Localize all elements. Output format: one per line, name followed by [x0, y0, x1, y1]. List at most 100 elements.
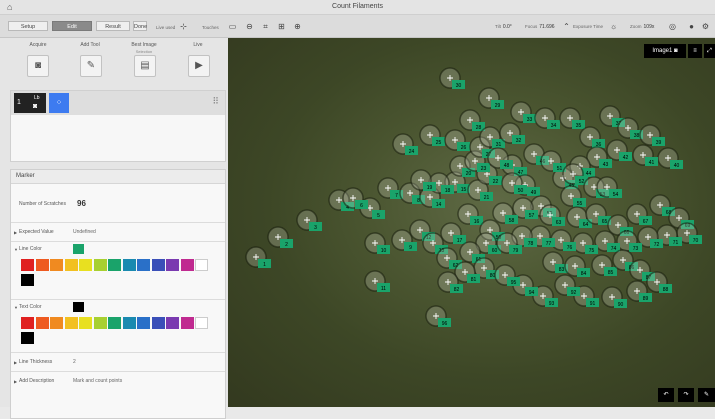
color-swatch[interactable] [35, 259, 49, 271]
brightness-icon[interactable]: ☼ [608, 21, 619, 32]
count-marker[interactable]: 83 [542, 251, 568, 273]
color-swatch[interactable] [195, 259, 208, 271]
color-swatch[interactable] [64, 317, 78, 329]
count-marker[interactable]: 42 [606, 139, 632, 161]
count-marker[interactable]: 65 [585, 203, 611, 225]
count-marker[interactable]: 39 [639, 124, 665, 146]
count-marker[interactable]: 25 [419, 124, 445, 146]
count-marker[interactable]: 28 [459, 109, 485, 131]
crop-icon[interactable]: ⌗ [260, 21, 271, 32]
text-color-current-swatch[interactable] [73, 302, 84, 312]
count-marker[interactable]: 92 [554, 274, 580, 296]
fullscreen-button[interactable]: ⤢ [704, 44, 715, 58]
color-swatch[interactable] [79, 317, 92, 329]
line-color-current-swatch[interactable] [73, 244, 84, 254]
count-marker[interactable]: 96 [425, 305, 451, 327]
color-swatch[interactable] [35, 317, 49, 329]
count-marker[interactable]: 54 [596, 176, 622, 198]
acquire-button[interactable]: ◙ [27, 55, 49, 77]
count-marker[interactable]: 6 [342, 187, 368, 209]
count-marker[interactable]: 3 [296, 209, 322, 231]
tab-result[interactable]: Result [96, 21, 130, 31]
grid-icon[interactable]: ⊞ [276, 21, 287, 32]
count-marker[interactable]: 7 [377, 177, 403, 199]
count-marker[interactable]: 40 [657, 147, 683, 169]
marker-thumbnail[interactable]: ⁘ [49, 93, 69, 113]
color-swatch[interactable] [166, 317, 179, 329]
count-marker[interactable]: 41 [632, 144, 658, 166]
draw-button[interactable]: ✎ [698, 388, 715, 402]
undo-button[interactable]: ↶ [658, 388, 674, 402]
count-marker[interactable]: 95 [494, 264, 520, 286]
lock-icon[interactable]: ● [686, 21, 697, 32]
count-marker[interactable]: 67 [626, 203, 652, 225]
add-tool-button[interactable]: ✎ [80, 55, 102, 77]
count-marker[interactable]: 29 [478, 87, 504, 109]
description-row[interactable]: ▶ Add Description Mark and count points [11, 371, 225, 390]
count-marker[interactable]: 10 [364, 232, 390, 254]
count-marker[interactable]: 51 [540, 150, 566, 172]
expected-value-row[interactable]: ▶ Expected Value Undefined [11, 222, 225, 241]
color-swatch[interactable] [122, 317, 136, 329]
focus-stepper-icon[interactable]: ⌃ [561, 21, 572, 32]
color-swatch[interactable] [195, 317, 208, 329]
image-name-button[interactable]: Image1 ◙ [644, 44, 686, 58]
count-marker[interactable]: 63 [539, 204, 565, 226]
add-point-icon[interactable]: ⊹ [178, 21, 189, 32]
count-marker[interactable]: 11 [364, 270, 390, 292]
color-swatch[interactable] [108, 317, 121, 329]
color-swatch[interactable] [180, 259, 194, 271]
color-swatch[interactable] [93, 317, 107, 329]
count-marker[interactable]: 24 [392, 133, 418, 155]
zoom-out-icon[interactable]: ⊖ [244, 21, 255, 32]
color-swatch-black[interactable] [21, 332, 34, 344]
count-marker[interactable]: 55 [560, 185, 586, 207]
microscope-image-view[interactable]: 1234567891011121314151617181920212223242… [228, 38, 715, 407]
target-icon[interactable]: ◎ [667, 21, 678, 32]
image-thumbnail-1[interactable]: 1 Lb ◙ [14, 93, 46, 113]
count-marker[interactable]: 33 [510, 101, 536, 123]
color-swatch[interactable] [137, 259, 150, 271]
color-swatch[interactable] [166, 259, 179, 271]
count-marker[interactable]: 26 [444, 129, 470, 151]
color-swatch[interactable] [151, 259, 165, 271]
color-swatch[interactable] [180, 317, 194, 329]
count-marker[interactable]: 32 [499, 122, 525, 144]
color-swatch[interactable] [108, 259, 121, 271]
color-swatch[interactable] [151, 317, 165, 329]
count-marker[interactable]: 17 [440, 222, 466, 244]
settings-icon[interactable]: ⚙ [700, 21, 711, 32]
color-swatch[interactable] [50, 317, 63, 329]
color-swatch-black[interactable] [21, 274, 34, 286]
count-marker[interactable]: 38 [617, 117, 643, 139]
zoom-in-icon[interactable]: ⊕ [292, 21, 303, 32]
count-marker[interactable]: 1 [245, 246, 271, 268]
color-swatch[interactable] [137, 317, 150, 329]
best-image-button[interactable]: ▤ [134, 55, 156, 77]
drag-handle-icon[interactable]: ⠿ [212, 96, 219, 107]
color-swatch[interactable] [64, 259, 78, 271]
color-swatch[interactable] [93, 259, 107, 271]
count-marker[interactable]: 16 [457, 203, 483, 225]
color-swatch[interactable] [79, 259, 92, 271]
line-thickness-row[interactable]: ▶ Line Thickness 2 [11, 352, 225, 371]
count-marker[interactable]: 84 [564, 255, 590, 277]
count-marker[interactable]: 75 [572, 232, 598, 254]
live-button[interactable]: ▶ [188, 55, 210, 77]
count-marker[interactable]: 2 [267, 226, 293, 248]
menu-button[interactable]: ≡ [688, 44, 702, 58]
tab-done[interactable]: Done [133, 21, 147, 31]
count-marker[interactable]: 36 [579, 126, 605, 148]
count-marker[interactable]: 35 [559, 107, 585, 129]
collapse-arrow-icon[interactable]: ▼ [14, 305, 18, 310]
color-swatch[interactable] [21, 259, 34, 271]
collapse-arrow-icon[interactable]: ▼ [14, 247, 18, 252]
redo-button[interactable]: ↷ [678, 388, 694, 402]
count-marker[interactable]: 88 [646, 271, 672, 293]
count-marker[interactable]: 30 [439, 67, 465, 89]
color-swatch[interactable] [21, 317, 34, 329]
color-swatch[interactable] [122, 259, 136, 271]
tab-setup[interactable]: Setup [8, 21, 48, 31]
count-marker[interactable]: 90 [601, 286, 627, 308]
color-swatch[interactable] [50, 259, 63, 271]
